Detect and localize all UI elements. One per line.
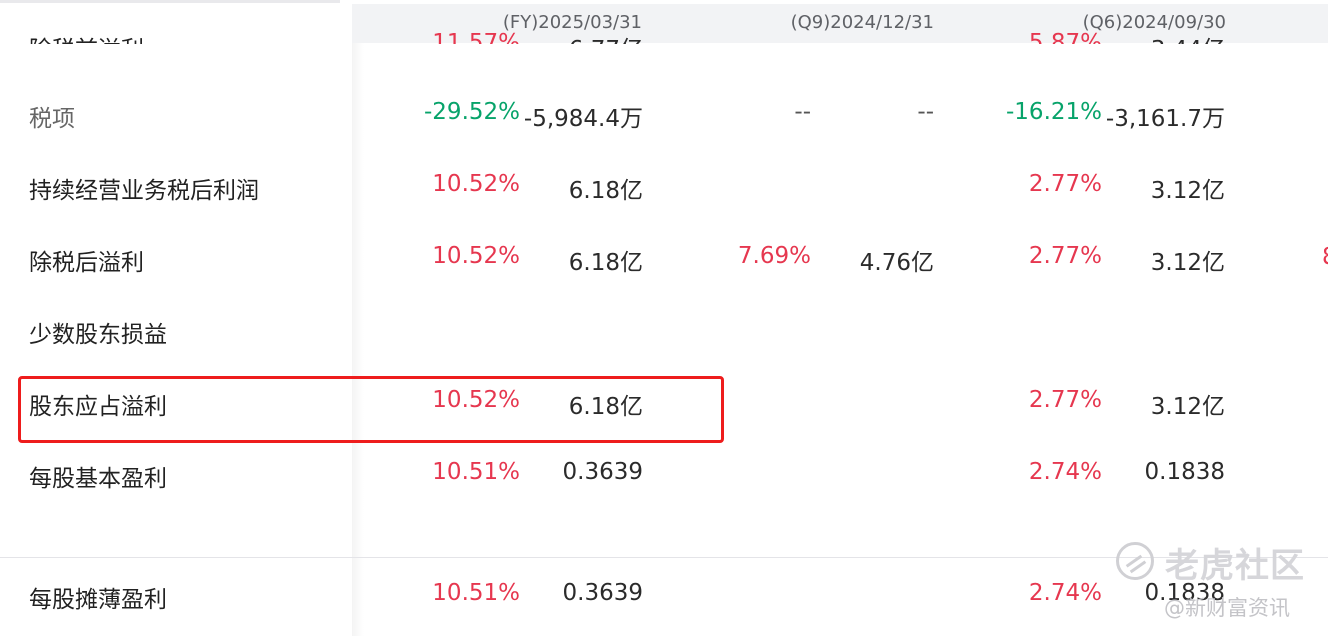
cell-value: 3.12亿 — [1150, 394, 1225, 420]
cell-value: 4.76亿 — [859, 250, 934, 276]
cell-pct: 10.51% — [432, 459, 520, 485]
highlight-annotation-box — [18, 376, 724, 443]
cell-pct: 2.74% — [1028, 580, 1102, 606]
cell-pct: 10.52% — [432, 243, 520, 269]
financial-table-view: (FY)2025/03/31 (Q9)2024/12/31 (Q6)2024/0… — [0, 0, 1328, 636]
cell-pct: 2.77% — [1028, 387, 1102, 413]
row-label: 除税后溢利 — [29, 250, 144, 276]
cell-pct: 7.69% — [737, 243, 811, 269]
row-label: 少数股东损益 — [29, 322, 167, 348]
watermark-title: 老虎社区 — [1165, 546, 1305, 586]
row-label: 税项 — [29, 106, 75, 132]
cell-value: 3.12亿 — [1150, 250, 1225, 276]
row-label: 每股基本盈利 — [29, 466, 167, 492]
watermark-subtitle: @新财富资讯 — [1164, 596, 1290, 620]
cell-pct: 10.52% — [432, 171, 520, 197]
cell-pct: 10.51% — [432, 580, 520, 606]
tiger-community-logo-icon — [1116, 542, 1154, 580]
cell-pct: -- — [794, 99, 811, 125]
row-label: 持续经营业务税后利润 — [29, 178, 259, 204]
cell-pct: -29.52% — [424, 99, 520, 125]
cell-value: 3.12亿 — [1150, 178, 1225, 204]
frozen-column-shadow — [352, 43, 364, 636]
cell-pct: 5.87% — [1028, 30, 1102, 44]
row-label: 除税前溢利 — [29, 30, 144, 44]
cell-pct: 2.74% — [1028, 459, 1102, 485]
row-label: 每股摊薄盈利 — [29, 587, 167, 613]
cell-value: 0.3639 — [562, 580, 643, 606]
cell-value: -5,984.4万 — [523, 106, 643, 132]
cell-value: 0.3639 — [562, 459, 643, 485]
cell-value: 6.77亿 — [569, 30, 643, 44]
cell-pct: -16.21% — [1006, 99, 1102, 125]
top-scroll-strip — [0, 0, 340, 3]
clipped-cell-fragment: 8 — [1322, 244, 1328, 270]
cell-value: 6.18亿 — [568, 250, 643, 276]
cell-pct: 2.77% — [1028, 171, 1102, 197]
cell-value: 3.44亿 — [1151, 30, 1225, 44]
cell-value: 0.1838 — [1144, 459, 1225, 485]
cell-value: 6.18亿 — [568, 178, 643, 204]
cell-value: -- — [917, 99, 934, 125]
cell-pct: 2.77% — [1028, 243, 1102, 269]
table-row-partial: 除税前溢利 11.57% 6.77亿 5.87% 3.44亿 — [0, 22, 1328, 44]
cell-value: -3,161.7万 — [1105, 106, 1225, 132]
cell-pct: 11.57% — [432, 30, 520, 44]
